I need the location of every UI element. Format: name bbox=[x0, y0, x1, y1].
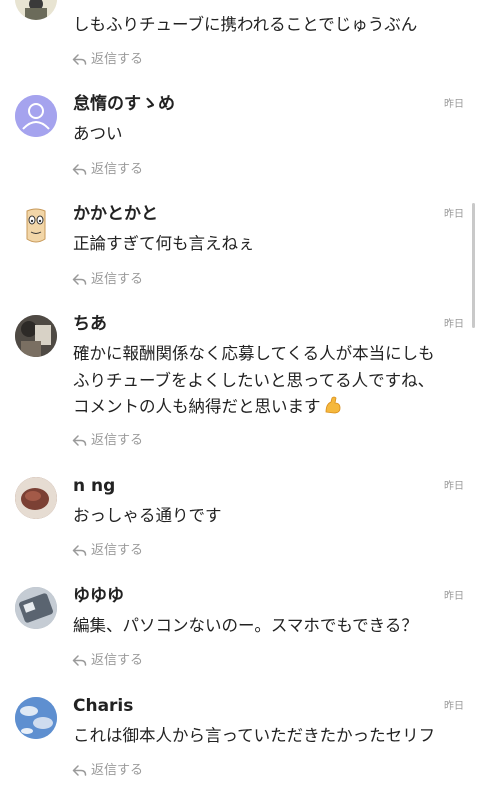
flexed-biceps-emoji-icon bbox=[325, 396, 340, 414]
comment-author[interactable]: ちあ bbox=[73, 313, 107, 335]
comment-body: これは御本人から言っていただきたかったセリフ bbox=[73, 726, 436, 745]
comment-body: 編集、パソコンないのー。スマホでもできる？ bbox=[73, 616, 418, 635]
avatar[interactable] bbox=[15, 697, 57, 739]
reply-button[interactable]: 返信する bbox=[72, 652, 143, 670]
comment-body: しもふりチューブに携われることでじゅうぶん bbox=[73, 15, 418, 34]
comment-time: 昨日 bbox=[444, 99, 464, 110]
reply-arrow-icon bbox=[72, 655, 87, 666]
comment-author[interactable]: Charis bbox=[73, 695, 133, 717]
comment-time: 昨日 bbox=[444, 319, 464, 330]
user-photo-icon bbox=[15, 587, 57, 629]
reply-label: 返信する bbox=[91, 653, 144, 668]
reply-button[interactable]: 返信する bbox=[72, 542, 143, 560]
reply-button[interactable]: 返信する bbox=[72, 51, 143, 69]
avatar[interactable] bbox=[15, 587, 57, 629]
reply-label: 返信する bbox=[91, 433, 144, 448]
avatar[interactable] bbox=[15, 315, 57, 357]
face-drawing-icon bbox=[15, 205, 57, 247]
reply-label: 返信する bbox=[91, 52, 144, 67]
reply-label: 返信する bbox=[91, 763, 144, 778]
comment-author[interactable]: n ng bbox=[73, 475, 115, 497]
comment-time: 昨日 bbox=[444, 591, 464, 602]
comment-text: 確かに報酬関係なく応募してくる人が本当にしも ふりチューブをよくしたいと思ってる… bbox=[73, 344, 435, 416]
scrollbar[interactable] bbox=[472, 203, 475, 328]
reply-label: 返信する bbox=[91, 543, 144, 558]
avatar[interactable] bbox=[15, 477, 57, 519]
reply-button[interactable]: 返信する bbox=[72, 762, 143, 780]
comment-author[interactable]: かかとかと bbox=[73, 203, 158, 225]
user-photo-icon bbox=[15, 697, 57, 739]
reply-label: 返信する bbox=[91, 272, 144, 287]
comment-time: 昨日 bbox=[444, 701, 464, 712]
comment-body: 確かに報酬関係なく応募してくる人が本当にしも ふりチューブをよくしたいと思ってる… bbox=[73, 341, 473, 421]
comment-body: 正論すぎて何も言えねぇ bbox=[73, 234, 255, 253]
reply-arrow-icon bbox=[72, 765, 87, 776]
avatar[interactable] bbox=[15, 0, 57, 20]
user-photo-icon bbox=[15, 477, 57, 519]
comment-author[interactable]: ゆゆゆ bbox=[73, 585, 124, 607]
avatar[interactable] bbox=[15, 95, 57, 137]
user-photo-icon bbox=[15, 0, 57, 20]
reply-arrow-icon bbox=[72, 274, 87, 285]
comment-time: 昨日 bbox=[444, 481, 464, 492]
reply-arrow-icon bbox=[72, 435, 87, 446]
avatar[interactable] bbox=[15, 205, 57, 247]
reply-arrow-icon bbox=[72, 54, 87, 65]
reply-arrow-icon bbox=[72, 545, 87, 556]
reply-arrow-icon bbox=[72, 164, 87, 175]
reply-label: 返信する bbox=[91, 162, 144, 177]
comment-body: おっしゃる通りです bbox=[73, 506, 222, 525]
comment-time: 昨日 bbox=[444, 209, 464, 220]
reply-button[interactable]: 返信する bbox=[72, 432, 143, 450]
reply-button[interactable]: 返信する bbox=[72, 161, 143, 179]
comment-body: あつい bbox=[73, 124, 123, 143]
comment-author[interactable]: 怠惰のすゝめ bbox=[73, 93, 175, 115]
default-user-icon bbox=[15, 95, 57, 137]
reply-button[interactable]: 返信する bbox=[72, 271, 143, 289]
user-photo-icon bbox=[15, 315, 57, 357]
